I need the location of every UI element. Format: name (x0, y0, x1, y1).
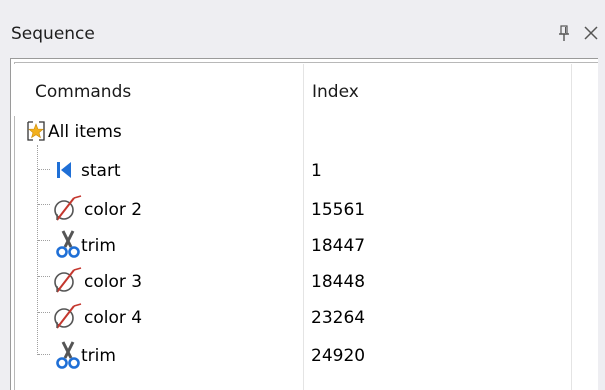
list-item-label: color 2 (84, 200, 143, 220)
scissors-icon (56, 230, 80, 258)
panel-titlebar: Sequence (0, 0, 605, 56)
color-strike-icon (54, 195, 82, 221)
tree-root-label: All items (48, 122, 122, 142)
panel-right-edge (598, 58, 605, 390)
column-header-index[interactable]: Index (312, 82, 359, 102)
list-item[interactable]: trim 18447 (0, 226, 605, 262)
column-header-commands[interactable]: Commands (35, 82, 131, 102)
list-item-index: 23264 (311, 308, 366, 328)
star-folder-icon (27, 121, 45, 141)
list-item[interactable]: color 3 18448 (0, 262, 605, 298)
list-item-label: trim (81, 346, 116, 366)
color-strike-icon (54, 267, 82, 293)
list-item-index: 1 (311, 161, 322, 181)
panel-title: Sequence (11, 24, 95, 44)
list-item[interactable]: color 4 23264 (0, 298, 605, 334)
list-item-label: trim (81, 236, 116, 256)
list-item-label: color 4 (84, 308, 143, 328)
list-item[interactable]: color 2 15561 (0, 190, 605, 226)
list-item-label: start (81, 161, 121, 181)
list-item[interactable]: trim 24920 (0, 338, 605, 374)
close-icon[interactable] (583, 25, 599, 41)
pin-icon[interactable] (557, 25, 571, 43)
color-strike-icon (54, 303, 82, 329)
list-item-index: 24920 (311, 346, 366, 366)
list-item-label: color 3 (84, 272, 143, 292)
scissors-icon (56, 341, 80, 369)
list-item-index: 18448 (311, 272, 366, 292)
list-item[interactable]: start 1 (0, 155, 605, 191)
skip-to-start-icon (57, 162, 71, 178)
list-item-index: 15561 (311, 200, 366, 220)
sequence-panel: Sequence Commands Index All items start … (0, 0, 605, 390)
list-item-index: 18447 (311, 236, 366, 256)
